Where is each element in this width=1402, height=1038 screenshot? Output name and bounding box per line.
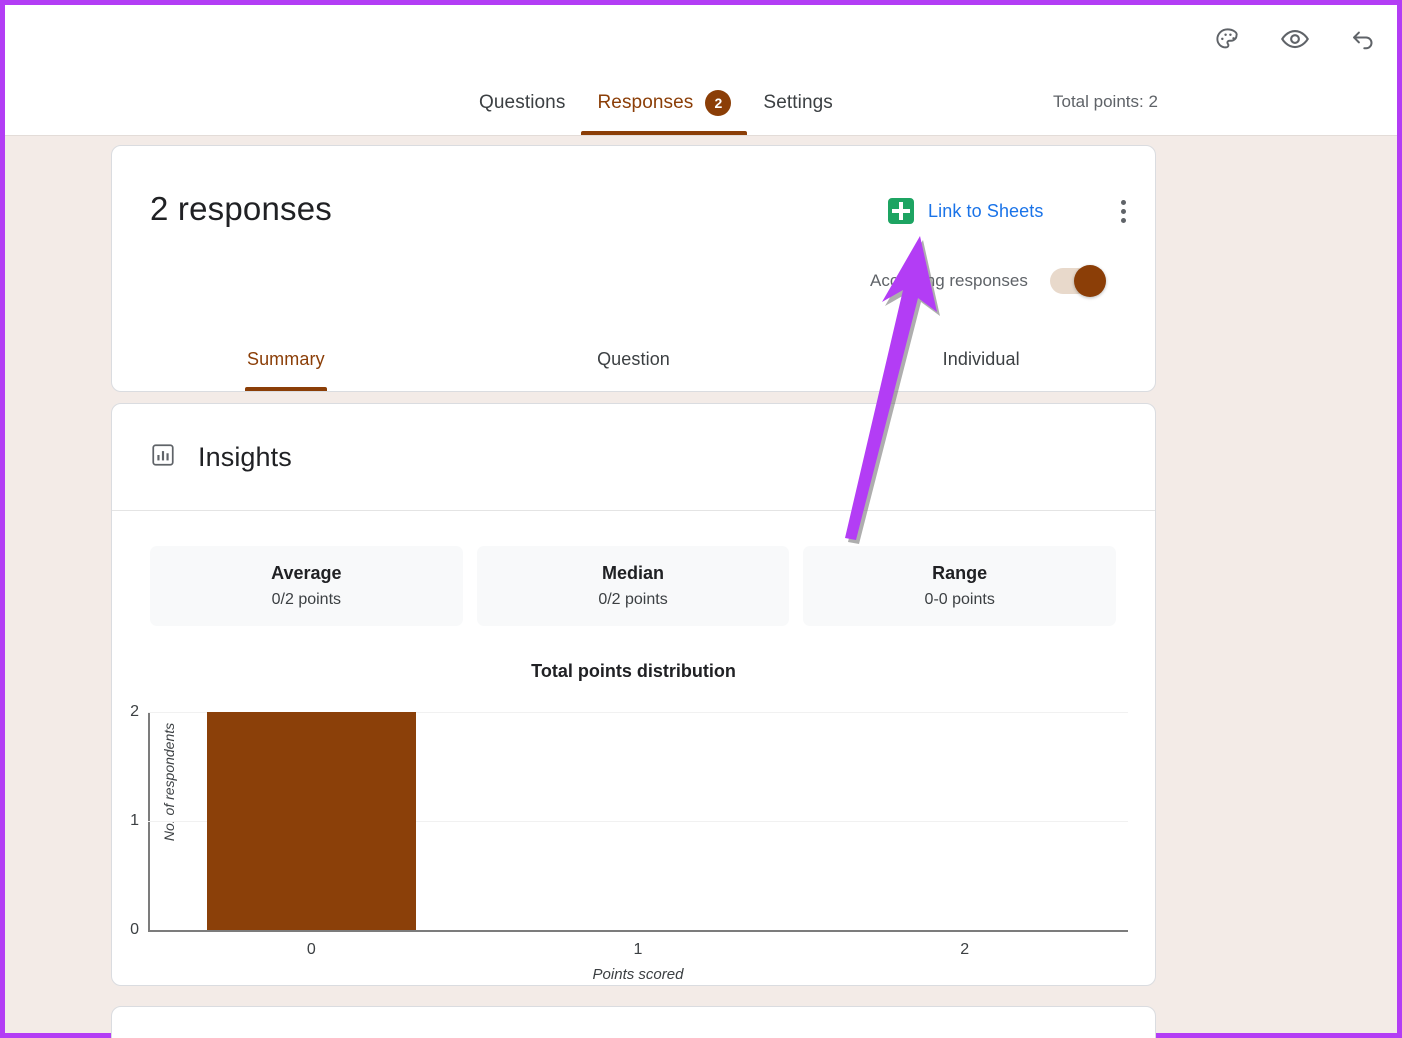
link-to-sheets-label: Link to Sheets [928, 200, 1044, 221]
stat-average: Average 0/2 points [150, 546, 463, 626]
stat-range: Range 0-0 points [803, 546, 1117, 626]
tab-responses[interactable]: Responses 2 [581, 87, 748, 135]
subtab-summary[interactable]: Summary [112, 328, 460, 391]
response-count-heading: 2 responses [150, 190, 332, 227]
subtab-question-label: Question [597, 349, 670, 369]
accepting-responses-row: Accepting responses [870, 265, 1106, 297]
stat-range-label: Range [932, 563, 988, 583]
responses-count-badge: 2 [705, 90, 732, 116]
chart-y-tick: 1 [130, 812, 139, 829]
accepting-responses-label: Accepting responses [870, 271, 1028, 290]
chart-y-tick: 2 [130, 703, 139, 720]
tab-questions-label: Questions [479, 92, 566, 113]
stat-range-value: 0-0 points [924, 591, 995, 608]
insights-title: Insights [198, 441, 292, 472]
chart-bar [206, 712, 416, 930]
chart-x-tick: 0 [306, 941, 316, 958]
subtab-individual[interactable]: Individual [807, 328, 1155, 391]
undo-icon[interactable] [1343, 19, 1383, 59]
tab-settings[interactable]: Settings [747, 87, 848, 135]
kebab-dot [1120, 199, 1126, 205]
top-bar: Questions Responses 2 Settings Total poi… [5, 5, 1397, 136]
points-distribution-chart: Total points distribution No. of respond… [112, 649, 1155, 983]
stat-average-label: Average [271, 563, 342, 583]
tab-settings-label: Settings [763, 92, 833, 113]
google-sheets-icon [888, 198, 914, 224]
insights-card: Insights Average 0/2 points Median 0/2 p… [111, 403, 1156, 986]
tab-questions[interactable]: Questions [463, 87, 581, 135]
palette-icon[interactable] [1207, 19, 1247, 59]
eye-icon[interactable] [1275, 19, 1315, 59]
chart-x-axis-label: Points scored [592, 966, 684, 983]
insights-stats: Average 0/2 points Median 0/2 points Ran… [150, 546, 1117, 626]
total-points-label: Total points: 2 [1053, 92, 1158, 111]
kebab-dot [1120, 208, 1126, 214]
bar-chart-icon [150, 442, 176, 473]
more-options-icon[interactable] [1104, 192, 1142, 230]
main-tabs: Questions Responses 2 Settings Total poi… [5, 87, 1397, 136]
link-to-sheets-button[interactable]: Link to Sheets [888, 198, 1043, 224]
next-question-card [111, 1006, 1156, 1038]
summary-subtabs: Summary Question Individual [112, 328, 1155, 391]
toggle-knob [1073, 265, 1106, 297]
accepting-responses-toggle[interactable] [1049, 265, 1106, 297]
chart-plot-area: Points scored 0 1 2 0 1 2 [130, 703, 1128, 983]
chart-title: Total points distribution [531, 661, 736, 681]
insights-header: Insights [112, 404, 1155, 511]
subtab-question[interactable]: Question [460, 328, 808, 391]
stat-median-value: 0/2 points [598, 591, 668, 608]
stat-average-value: 0/2 points [271, 591, 342, 608]
chart-x-tick: 2 [960, 941, 970, 958]
kebab-dot [1120, 217, 1126, 223]
tab-responses-label: Responses [597, 92, 694, 113]
top-bar-actions [1207, 19, 1383, 59]
stat-median: Median 0/2 points [476, 546, 790, 626]
chart-y-axis [148, 712, 150, 932]
subtab-summary-label: Summary [246, 349, 325, 369]
chart-x-axis [148, 930, 1128, 932]
chart-y-tick: 0 [130, 921, 139, 938]
stat-median-label: Median [602, 563, 665, 583]
responses-summary-card: 2 responses Link to Sheets Accepting res… [111, 145, 1156, 392]
chart-x-tick: 1 [633, 941, 643, 958]
subtab-individual-label: Individual [942, 349, 1020, 369]
